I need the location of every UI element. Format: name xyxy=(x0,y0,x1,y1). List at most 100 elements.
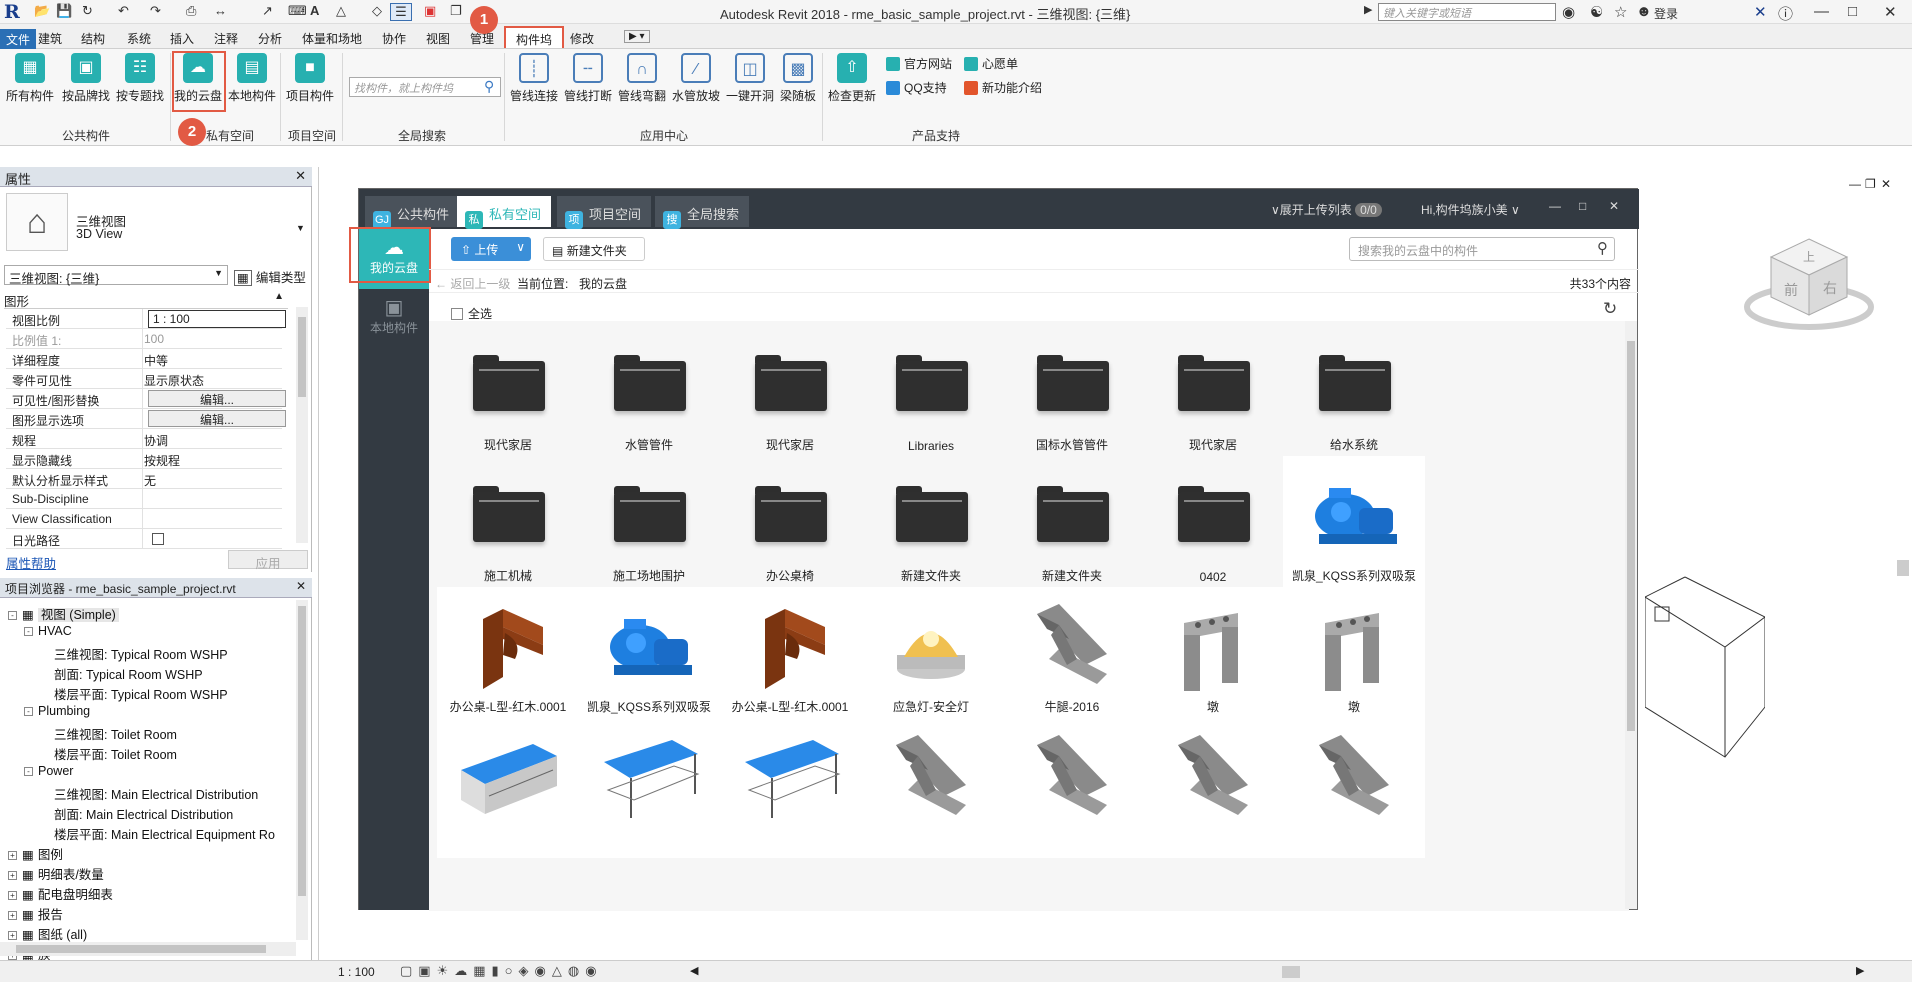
new-folder-button[interactable]: ▤ 新建文件夹 xyxy=(543,237,645,261)
auto-opening-button[interactable]: ◫ 一键开洞 xyxy=(726,53,774,104)
component-card[interactable]: 凯泉_KQSS系列双吸泵 xyxy=(578,587,720,727)
edit-property-button[interactable]: 编辑... xyxy=(148,410,286,427)
expand-search-icon[interactable]: ▶ xyxy=(1364,3,1372,16)
tree-item[interactable]: - HVAC xyxy=(24,624,72,638)
tree-item[interactable]: 剖面: Main Electrical Distribution xyxy=(54,804,233,823)
collapse-icon[interactable]: - xyxy=(24,767,33,776)
tab-file[interactable]: 文件 xyxy=(0,29,37,50)
component-card[interactable] xyxy=(1142,718,1284,858)
print-icon[interactable]: ⎙ xyxy=(186,3,196,21)
folder-card[interactable]: 水管管件 xyxy=(578,325,720,465)
tree-item[interactable]: - ▦ 视图 (Simple) xyxy=(8,604,119,623)
tab-systems[interactable]: 系统 xyxy=(127,30,151,47)
tab-view[interactable]: 视图 xyxy=(426,30,450,47)
canvas-scroll-thumb[interactable] xyxy=(1897,560,1909,576)
search-icon[interactable]: ⚲ xyxy=(484,78,494,95)
browser-hscrollbar[interactable] xyxy=(0,942,296,956)
folder-card[interactable]: 给水系统 xyxy=(1283,325,1425,465)
hscroll-thumb[interactable] xyxy=(1282,966,1300,978)
tree-item[interactable]: 楼层平面: Main Electrical Equipment Ro xyxy=(54,824,275,843)
edit-property-button[interactable]: 编辑... xyxy=(148,390,286,407)
component-card[interactable] xyxy=(719,718,861,858)
component-search-input[interactable]: 找构件，就上构件坞 xyxy=(349,77,501,97)
close-panel-icon[interactable]: ✕ xyxy=(295,168,306,184)
expand-icon[interactable]: + xyxy=(8,911,17,920)
collapse-icon[interactable]: - xyxy=(24,627,33,636)
sync-icon[interactable]: ↻ xyxy=(82,3,93,21)
property-row[interactable]: 日光路径 xyxy=(6,529,282,549)
tree-item[interactable]: 三维视图: Toilet Room xyxy=(54,724,177,743)
scroll-thumb[interactable] xyxy=(298,606,306,896)
redo-icon[interactable]: ↷ xyxy=(150,3,161,21)
undo-icon[interactable]: ↶ xyxy=(118,3,129,21)
by-topic-button[interactable]: ☷ 按专题找 xyxy=(116,53,164,104)
viewcube-icon[interactable]: 上 前 右 xyxy=(1739,227,1879,337)
measure-icon[interactable]: ↔ xyxy=(214,3,227,21)
scroll-left-icon[interactable]: ◀ xyxy=(690,964,698,977)
minimize-icon[interactable]: — xyxy=(1814,3,1829,20)
property-row[interactable]: Sub-Discipline xyxy=(6,489,282,509)
open-icon[interactable]: 📂 xyxy=(34,3,50,21)
cloud-search-input[interactable]: 搜索我的云盘中的构件 ⚲ xyxy=(1349,237,1615,261)
collapse-icon[interactable]: - xyxy=(24,707,33,716)
property-row[interactable]: 显示隐藏线 按规程 xyxy=(6,449,282,469)
folder-card[interactable]: 现代家居 xyxy=(1142,325,1284,465)
view-minimize-icon[interactable]: — xyxy=(1849,177,1861,191)
component-card[interactable] xyxy=(578,718,720,858)
view-selector[interactable]: 三维视图: {三维} ▼ xyxy=(4,265,228,286)
tab-annotate[interactable]: 注释 xyxy=(214,30,238,47)
project-components-button[interactable]: ■ 项目构件 xyxy=(286,53,334,104)
folder-card[interactable]: Libraries xyxy=(860,325,1002,465)
tab-architecture[interactable]: 建筑 xyxy=(38,30,62,47)
pipe-slope-button[interactable]: ∕ 水管放坡 xyxy=(672,53,720,104)
tree-item[interactable]: 楼层平面: Typical Room WSHP xyxy=(54,684,228,703)
section-graphics[interactable]: 图形 ▲ xyxy=(4,291,288,309)
component-card[interactable] xyxy=(437,718,579,858)
close-icon[interactable]: ✕ xyxy=(1884,3,1897,21)
revit-logo[interactable]: R xyxy=(4,1,24,23)
view-scale[interactable]: 1 : 100 xyxy=(338,965,375,979)
login-link[interactable]: 登录 xyxy=(1654,5,1678,22)
upload-list-toggle[interactable]: ∨展开上传列表 0/0 xyxy=(1271,201,1382,218)
local-components-button[interactable]: ▤ 本地构件 xyxy=(228,53,276,104)
tree-item[interactable]: + ▦ 配电盘明细表 xyxy=(8,884,113,903)
by-brand-button[interactable]: ▣ 按品牌找 xyxy=(62,53,110,104)
favorite-star-icon[interactable]: ☆ xyxy=(1614,3,1627,21)
dialog-minimize-icon[interactable]: — xyxy=(1549,199,1561,213)
search-icon[interactable]: ⚲ xyxy=(1597,239,1608,257)
edit-type-button[interactable]: ▦ 编辑类型 xyxy=(234,267,306,286)
tab-goujianwu[interactable]: 构件坞 xyxy=(504,26,565,48)
component-card[interactable]: 墩 xyxy=(1283,587,1425,727)
view-control-icons[interactable]: ▢▣☀☁▦▮○◈◉△◍◉ xyxy=(400,963,603,979)
all-components-button[interactable]: ▦ 所有构件 xyxy=(6,53,54,104)
back-button[interactable]: ← 返回上一级 xyxy=(435,275,510,292)
sun-path-checkbox[interactable] xyxy=(152,533,164,545)
folder-card[interactable]: 办公桌椅 xyxy=(719,456,861,596)
scroll-right-icon[interactable]: ▶ xyxy=(1856,964,1864,977)
scroll-thumb[interactable] xyxy=(1627,341,1635,731)
property-row[interactable]: View Classification xyxy=(6,509,282,529)
tree-item[interactable]: + ▦ 明细表/数量 xyxy=(8,864,104,883)
tree-item[interactable]: 楼层平面: Toilet Room xyxy=(54,744,177,763)
view-restore-icon[interactable]: ❐ xyxy=(1865,177,1876,191)
3d-view-icon[interactable]: △ xyxy=(336,3,346,21)
wishlist-link[interactable]: 心愿单 xyxy=(964,55,1018,72)
maximize-icon[interactable]: □ xyxy=(1848,3,1857,20)
property-row[interactable]: 图形显示选项 编辑... xyxy=(6,409,286,429)
text-icon[interactable]: A xyxy=(310,3,319,21)
view-close-icon[interactable]: ✕ xyxy=(1881,177,1891,191)
tree-item[interactable]: + ▦ 图纸 (all) xyxy=(8,924,87,943)
tag-icon[interactable]: ⌨ xyxy=(288,3,307,21)
tab-modify[interactable]: 修改 xyxy=(570,30,594,47)
expand-icon[interactable]: + xyxy=(8,891,17,900)
scroll-thumb[interactable] xyxy=(16,945,266,953)
apply-button[interactable]: 应用 xyxy=(228,550,308,571)
property-row[interactable]: 可见性/图形替换 编辑... xyxy=(6,389,286,409)
dialog-tab-public[interactable]: GJ 公共构件 xyxy=(365,196,460,229)
tree-item[interactable]: + ▦ 图例 xyxy=(8,844,63,863)
pipe-connect-button[interactable]: ┊ 管线连接 xyxy=(510,53,558,104)
folder-card[interactable]: 施工场地围护 xyxy=(578,456,720,596)
expand-icon[interactable]: + xyxy=(8,931,17,940)
tab-insert[interactable]: 插入 xyxy=(170,30,194,47)
dialog-maximize-icon[interactable]: □ xyxy=(1579,199,1586,213)
